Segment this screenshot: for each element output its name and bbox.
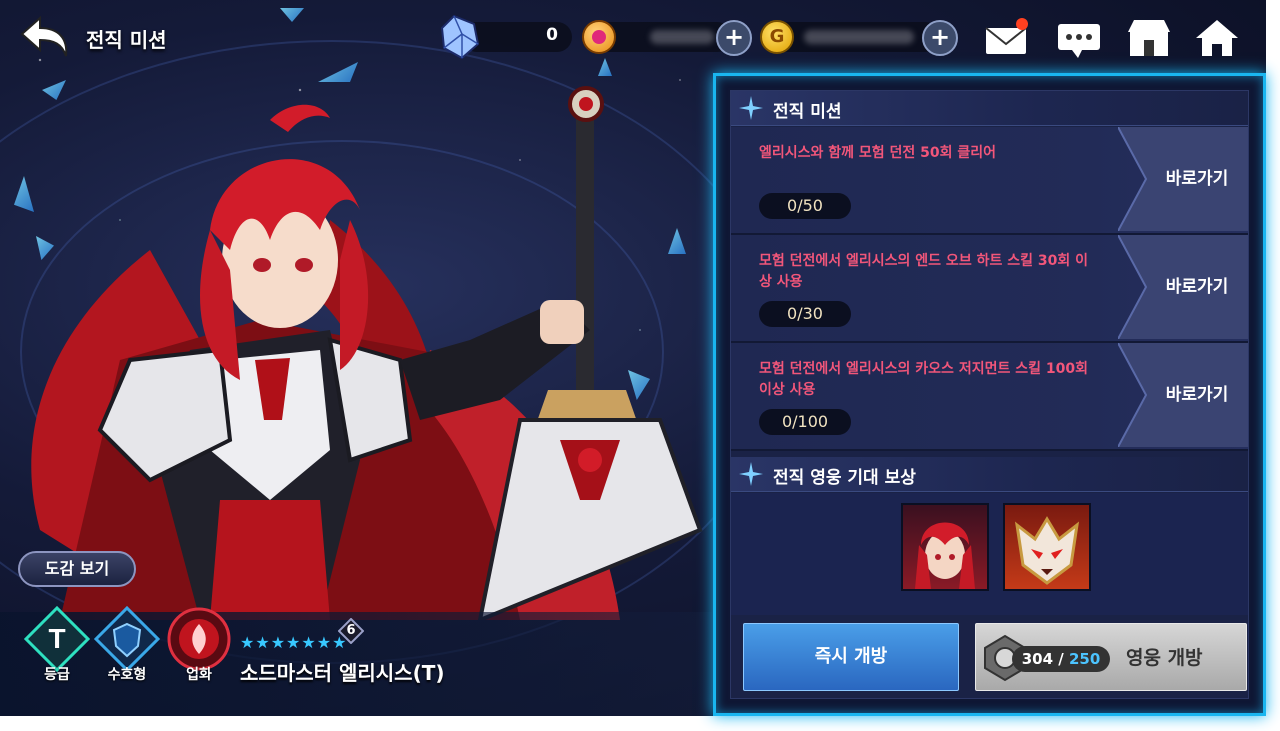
sparkle-icon: [739, 462, 763, 486]
gold-coin-icon: G: [760, 20, 794, 54]
mission-row: 모험 던전에서 엘리시스의 카오스 저지먼트 스킬 100회 이상 사용 0/1…: [731, 343, 1248, 451]
goto-button[interactable]: 바로가기: [1118, 235, 1248, 339]
hero-unlock-button[interactable]: 304 / 250 영웅 개방: [975, 623, 1247, 691]
goto-button[interactable]: 바로가기: [1118, 343, 1248, 447]
mission-row: 모험 던전에서 엘리시스의 엔드 오브 하트 스킬 30회 이상 사용 0/30…: [731, 235, 1248, 343]
chat-icon[interactable]: [1054, 16, 1104, 60]
cost-current: 304: [1021, 650, 1054, 668]
mission-row: 엘리시스와 함께 모험 던전 50회 클리어 0/50 바로가기: [731, 127, 1248, 235]
mission-progress: 0/100: [759, 409, 851, 435]
cost-separator: /: [1053, 650, 1069, 668]
mission-description: 모험 던전에서 엘리시스의 엔드 오브 하트 스킬 30회 이상 사용: [759, 253, 1088, 290]
star-icon: ★: [286, 633, 301, 652]
back-arrow-icon[interactable]: [18, 12, 74, 62]
star-icon: ★: [255, 633, 270, 652]
rewards-header: 전직 영웅 기대 보상: [731, 457, 1248, 492]
star-icon: ★: [240, 633, 255, 652]
crystal-value: 0: [546, 25, 558, 45]
gold-value-hidden: [804, 30, 914, 44]
guardian-shield-icon: [94, 606, 160, 672]
add-ruby-button[interactable]: +: [716, 20, 752, 56]
ruby-coin-icon: [582, 20, 616, 54]
mission-description: 모험 던전에서 엘리시스의 카오스 저지먼트 스킬 100회 이상 사용: [759, 361, 1088, 398]
mission-description: 엘리시스와 함께 모험 던전 50회 클리어: [759, 145, 997, 161]
grade-letter: T: [48, 623, 65, 654]
shop-icon[interactable]: [1124, 16, 1174, 60]
page-title: 전직 미션: [86, 28, 167, 52]
hero-name: 소드마스터 엘리시스(T): [240, 661, 445, 685]
hero-portrait-icon[interactable]: [901, 503, 989, 591]
star-icon: ★: [316, 633, 332, 652]
star-icon: ★: [301, 633, 316, 652]
gold-coin-letter: G: [769, 26, 785, 47]
level-value: 6: [346, 623, 356, 638]
sparkle-icon: [739, 96, 763, 120]
karma-emblem-icon: [167, 607, 231, 671]
panel-content: 전직 미션 엘리시스와 함께 모험 던전 50회 클리어 0/50 바로가기 모…: [730, 90, 1249, 699]
mission-progress: 0/30: [759, 301, 851, 327]
mission-progress: 0/50: [759, 193, 851, 219]
home-icon[interactable]: [1192, 16, 1242, 60]
hero-character-art: [31, 86, 703, 620]
karma-label: 업화: [186, 667, 212, 683]
star-rating: ★★★★★★★: [240, 633, 347, 652]
add-gold-button[interactable]: +: [922, 20, 958, 56]
beast-portrait-icon[interactable]: [1003, 503, 1091, 591]
ruby-value-hidden: [650, 30, 714, 44]
star-icon: ★: [270, 633, 286, 652]
guardian-label: 수호형: [107, 667, 147, 683]
rewards-area: [731, 493, 1248, 615]
hero-unlock-label: 영웅 개방: [1126, 647, 1203, 669]
grade-label: 등급: [44, 667, 70, 683]
cost-required: 250: [1068, 650, 1101, 668]
rewards-header-label: 전직 영웅 기대 보상: [773, 468, 916, 488]
hero-unlock-cost: 304 / 250: [1012, 646, 1110, 672]
goto-button[interactable]: 바로가기: [1118, 127, 1248, 231]
missions-header-label: 전직 미션: [773, 102, 842, 122]
missions-header: 전직 미션: [731, 91, 1248, 126]
grade-t-icon: T: [24, 606, 90, 672]
class-change-panel: 전직 미션 엘리시스와 함께 모험 던전 50회 클리어 0/50 바로가기 모…: [713, 73, 1266, 716]
codex-button[interactable]: 도감 보기: [18, 551, 136, 587]
mail-icon[interactable]: [982, 16, 1032, 60]
instant-unlock-button[interactable]: 즉시 개방: [743, 623, 959, 691]
